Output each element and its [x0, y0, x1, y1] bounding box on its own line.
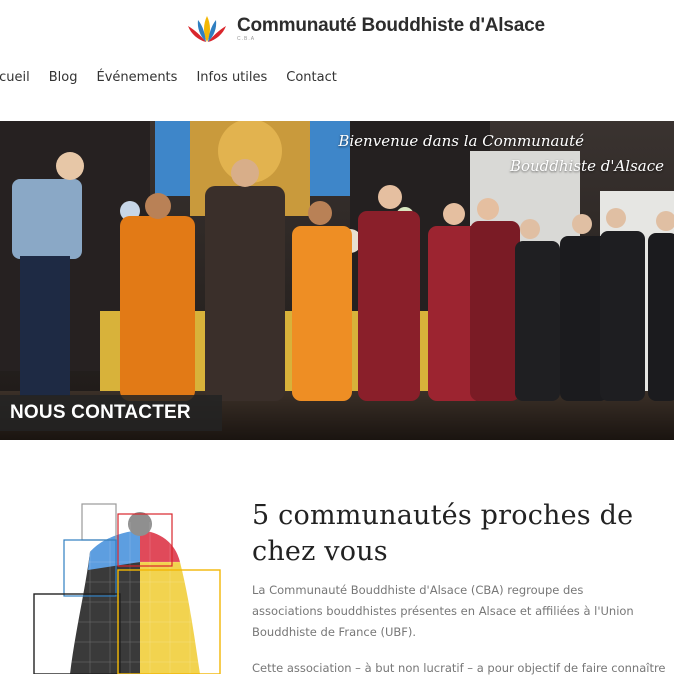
hero-caption-line2: Bouddhiste d'Alsace — [509, 157, 664, 175]
nav-item-blog[interactable]: Blog — [49, 70, 78, 90]
nav-item-accueil[interactable]: ccueil — [0, 70, 30, 90]
intro-paragraph: La Communauté Bouddhiste d'Alsace (CBA) … — [252, 583, 634, 639]
nav-item-evenements[interactable]: Événements — [97, 70, 178, 90]
nav-item-infos-utiles[interactable]: Infos utiles — [196, 70, 267, 90]
site-subtitle: C.B.A — [237, 36, 256, 42]
section-title-line2: chez vous — [252, 536, 388, 567]
contact-us-button[interactable]: NOUS CONTACTER — [0, 395, 222, 431]
hero-caption: Bienvenue dans la Communauté Bouddhiste … — [338, 129, 664, 179]
nav-item-contact[interactable]: Contact — [286, 70, 337, 90]
section-title-line1: 5 communautés proches de — [252, 500, 634, 531]
buddha-illustration — [33, 503, 221, 674]
main-nav: ccueil Blog Événements Infos utiles Cont… — [0, 70, 356, 90]
lotus-logo-icon — [188, 16, 226, 42]
hero-caption-line1: Bienvenue dans la Communauté — [338, 132, 584, 150]
hero-banner: Bienvenue dans la Communauté Bouddhiste … — [0, 121, 674, 440]
section-title: 5 communautés proches de chez vous — [252, 498, 652, 570]
site-title: Communauté Bouddhiste d'Alsace — [237, 15, 545, 36]
site-logo[interactable]: Communauté Bouddhiste d'Alsace C.B.A — [185, 12, 545, 46]
intro-paragraph-2: Cette association – à but non lucratif –… — [252, 661, 666, 675]
